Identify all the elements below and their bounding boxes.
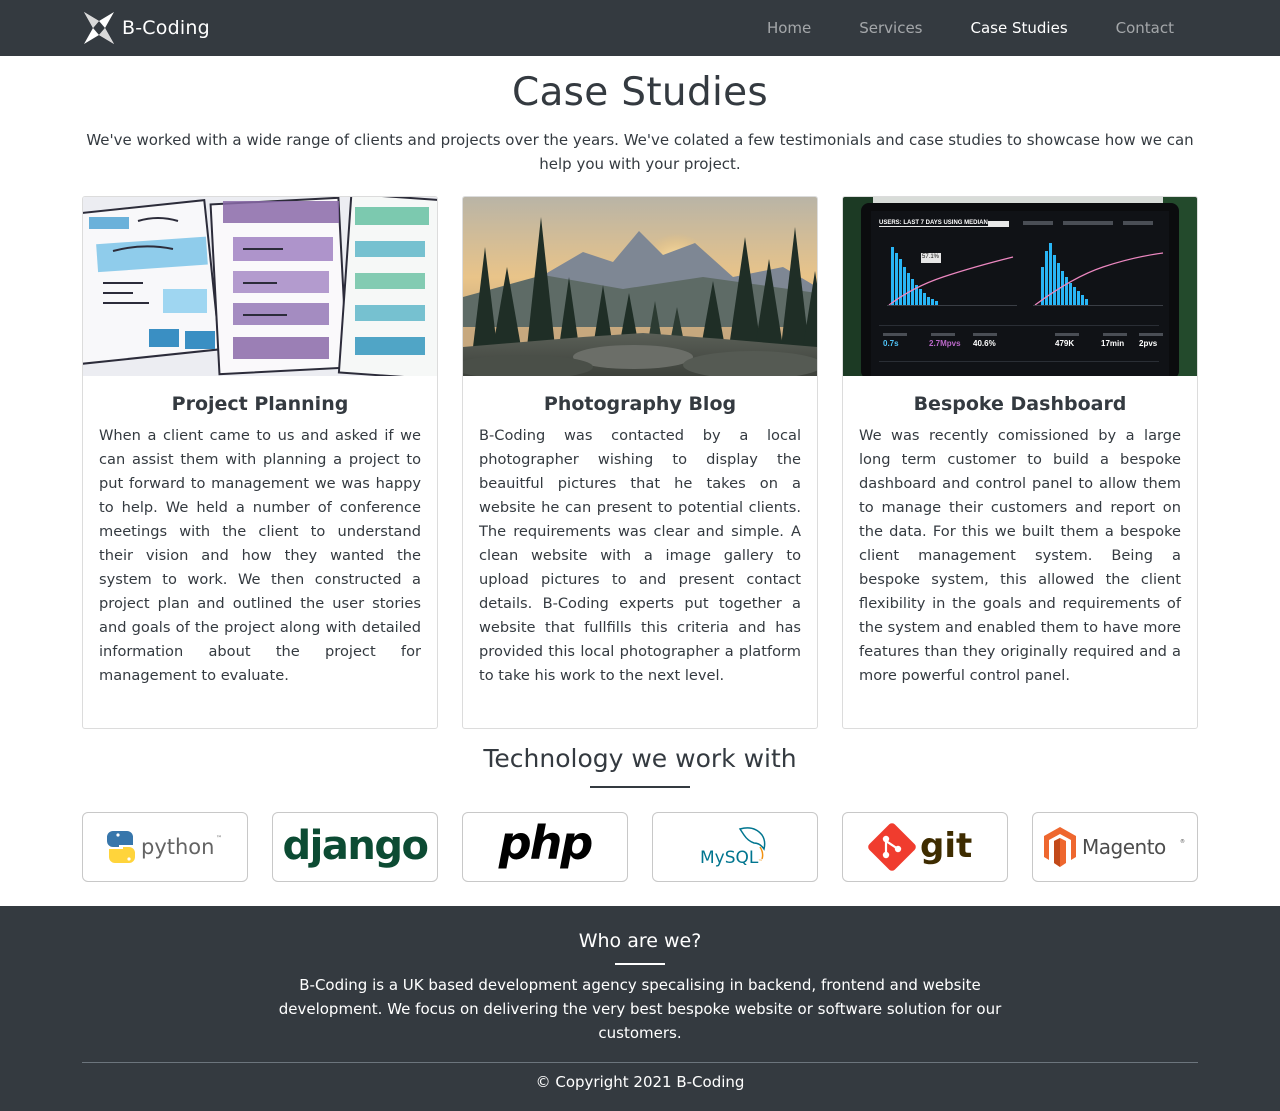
copyright-text: © Copyright 2021 B-Coding [535, 1073, 745, 1091]
django-logo-icon: django [283, 823, 429, 869]
nav-links: Home Services Case Studies Contact [743, 0, 1198, 56]
django-logo: django [272, 812, 438, 882]
case-study-card: Bespoke Dashboard We was recently comiss… [842, 196, 1198, 729]
page-intro: We've worked with a wide range of client… [86, 131, 1194, 173]
nav-link-contact[interactable]: Contact [1092, 19, 1198, 37]
case-study-card: Photography Blog B-Coding was contacted … [462, 196, 818, 729]
card-text: B-Coding was contacted by a local photog… [479, 427, 801, 684]
card-title: Photography Blog [543, 393, 737, 415]
card-text: We was recently comissioned by a large l… [859, 427, 1181, 684]
navbar: B-Coding Home Services Case Studies Cont… [0, 0, 1280, 56]
footer-title-underline [615, 963, 665, 965]
card-text: When a client came to us and asked if we… [99, 427, 421, 684]
technology-title-underline [590, 786, 690, 788]
nav-link-services[interactable]: Services [835, 19, 946, 37]
mountain-forest-sunset-image [463, 197, 817, 376]
git-logo-icon: git [868, 823, 972, 871]
wireframe-sketch-image [83, 197, 437, 376]
mysql-logo-text: MySQL [700, 848, 759, 868]
python-logo-icon: python ™ [107, 831, 222, 863]
analytics-dashboard-laptop-image [843, 197, 1197, 376]
python-logo: python ™ [82, 812, 248, 882]
python-logo-text: python [141, 835, 214, 859]
footer-about-text: B-Coding is a UK based development agenc… [278, 976, 1002, 1042]
brand-link[interactable]: B-Coding [82, 10, 210, 46]
nav-link-case-studies[interactable]: Case Studies [947, 19, 1092, 37]
technology-title: Technology we work with [483, 744, 797, 773]
mysql-logo-word: MySQL [700, 848, 759, 868]
card-title: Project Planning [171, 393, 349, 415]
magento-logo-text: Magento [1082, 835, 1166, 859]
php-logo-text: php [498, 819, 593, 870]
php-logo-icon: php [498, 819, 595, 870]
mysql-logo: MySQL ™ [652, 812, 818, 882]
magento-logo-icon: Magento ® [1044, 827, 1185, 867]
case-study-card: Project Planning When a client came to u… [82, 196, 438, 729]
magento-logo-tm: ® [1180, 838, 1185, 845]
page-title: Case Studies [511, 70, 769, 115]
php-logo: php [462, 812, 628, 882]
git-logo-text: git [920, 826, 972, 866]
django-logo-text: django [283, 823, 428, 869]
card-title: Bespoke Dashboard [913, 393, 1127, 415]
brand-name: B-Coding [122, 17, 210, 39]
magento-logo: Magento ® [1032, 812, 1198, 882]
footer: Who are we? B-Coding is a UK based devel… [0, 906, 1280, 1111]
git-logo: git [842, 812, 1008, 882]
brand-logo-icon [84, 12, 114, 44]
mysql-logo-icon: MySQL ™ [700, 827, 766, 868]
nav-link-home[interactable]: Home [743, 19, 835, 37]
mysql-logo-tm: ™ [758, 859, 763, 865]
python-logo-tm: ™ [216, 835, 222, 842]
footer-divider [82, 1062, 1198, 1063]
footer-title: Who are we? [578, 930, 702, 952]
